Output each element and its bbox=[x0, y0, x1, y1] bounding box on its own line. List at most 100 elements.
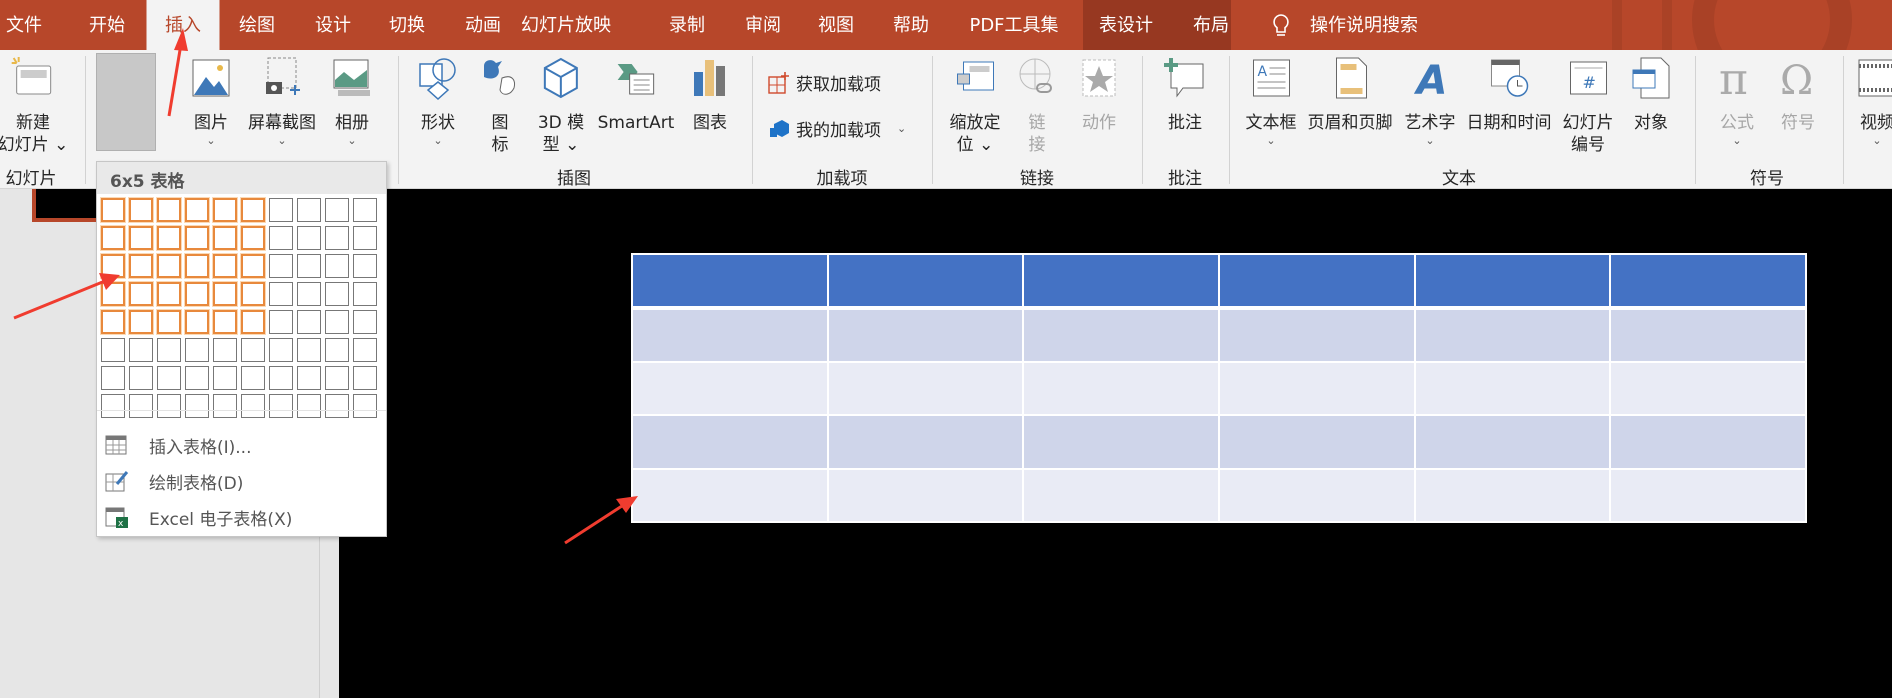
grid-cell[interactable] bbox=[213, 366, 237, 390]
table-cell[interactable] bbox=[631, 414, 829, 470]
table-cell[interactable] bbox=[1022, 360, 1220, 417]
link-button[interactable]: 链接 bbox=[1015, 56, 1059, 156]
table-cell[interactable] bbox=[826, 414, 1025, 470]
table-cell[interactable] bbox=[1217, 307, 1416, 363]
tab-14[interactable]: 布局 bbox=[1193, 0, 1229, 50]
grid-cell[interactable] bbox=[129, 394, 153, 418]
grid-cell[interactable] bbox=[185, 310, 209, 334]
grid-cell[interactable] bbox=[185, 366, 209, 390]
grid-cell[interactable] bbox=[101, 282, 125, 306]
grid-cell[interactable] bbox=[269, 310, 293, 334]
grid-cell[interactable] bbox=[241, 338, 265, 362]
grid-cell[interactable] bbox=[325, 226, 349, 250]
table-cell[interactable] bbox=[1609, 414, 1807, 470]
grid-cell[interactable] bbox=[101, 198, 125, 222]
grid-cell[interactable] bbox=[325, 338, 349, 362]
table-cell[interactable] bbox=[1022, 467, 1220, 524]
grid-cell[interactable] bbox=[157, 366, 181, 390]
slide-table[interactable] bbox=[631, 252, 1807, 524]
grid-cell[interactable] bbox=[297, 226, 321, 250]
grid-cell[interactable] bbox=[297, 254, 321, 278]
grid-cell[interactable] bbox=[297, 198, 321, 222]
tab-13[interactable]: 表设计 bbox=[1099, 0, 1153, 50]
tab-5[interactable]: 切换 bbox=[389, 0, 425, 50]
grid-cell[interactable] bbox=[157, 198, 181, 222]
grid-cell[interactable] bbox=[353, 198, 377, 222]
grid-cell[interactable] bbox=[353, 226, 377, 250]
grid-cell[interactable] bbox=[101, 394, 125, 418]
table-cell[interactable] bbox=[1217, 467, 1416, 524]
table-cell[interactable] bbox=[1609, 467, 1807, 524]
equation-button[interactable]: π 公式 ⌄ bbox=[1715, 54, 1759, 148]
grid-cell[interactable] bbox=[129, 366, 153, 390]
grid-cell[interactable] bbox=[297, 366, 321, 390]
grid-cell[interactable] bbox=[297, 310, 321, 334]
symbol-button[interactable]: Ω 符号 bbox=[1776, 56, 1820, 134]
excel-table-menu-item[interactable]: x Excel 电子表格(X) bbox=[97, 500, 386, 534]
insert-table-menu-item[interactable]: 插入表格(I)... bbox=[97, 428, 386, 462]
grid-cell[interactable] bbox=[325, 310, 349, 334]
grid-cell[interactable] bbox=[157, 282, 181, 306]
grid-cell[interactable] bbox=[129, 310, 153, 334]
wordart-button[interactable]: A 艺术字 ⌄ bbox=[1405, 56, 1456, 148]
grid-cell[interactable] bbox=[101, 338, 125, 362]
comment-button[interactable]: 批注 bbox=[1163, 56, 1207, 134]
grid-cell[interactable] bbox=[297, 282, 321, 306]
table-cell[interactable] bbox=[1217, 252, 1416, 311]
grid-cell[interactable] bbox=[185, 338, 209, 362]
table-cell[interactable] bbox=[1609, 252, 1807, 311]
grid-cell[interactable] bbox=[353, 394, 377, 418]
grid-cell[interactable] bbox=[353, 254, 377, 278]
3d-model-button[interactable]: 3D 模型 ⌄ bbox=[538, 56, 584, 156]
tab-12[interactable]: PDF工具集 bbox=[969, 0, 1058, 50]
grid-cell[interactable] bbox=[353, 338, 377, 362]
grid-cell[interactable] bbox=[297, 338, 321, 362]
date-time-button[interactable]: 日期和时间 bbox=[1467, 56, 1552, 134]
table-cell[interactable] bbox=[1413, 414, 1612, 470]
table-cell[interactable] bbox=[826, 467, 1025, 524]
grid-cell[interactable] bbox=[325, 282, 349, 306]
table-cell[interactable] bbox=[631, 252, 829, 311]
grid-cell[interactable] bbox=[269, 282, 293, 306]
grid-cell[interactable] bbox=[157, 254, 181, 278]
grid-cell[interactable] bbox=[353, 366, 377, 390]
grid-cell[interactable] bbox=[325, 198, 349, 222]
tab-2[interactable]: 插入 bbox=[146, 0, 220, 50]
grid-cell[interactable] bbox=[213, 394, 237, 418]
icons-button[interactable]: 图标 bbox=[478, 56, 522, 156]
picture-button[interactable]: 图片 ⌄ bbox=[189, 56, 233, 148]
grid-cell[interactable] bbox=[213, 254, 237, 278]
screenshot-button[interactable]: 屏幕截图 ⌄ bbox=[248, 56, 316, 148]
tab-9[interactable]: 审阅 bbox=[745, 0, 781, 50]
grid-cell[interactable] bbox=[129, 198, 153, 222]
table-cell[interactable] bbox=[631, 307, 829, 363]
grid-cell[interactable] bbox=[269, 226, 293, 250]
grid-cell[interactable] bbox=[325, 254, 349, 278]
grid-cell[interactable] bbox=[101, 226, 125, 250]
slide-number-button[interactable]: # 幻灯片 编号 bbox=[1563, 56, 1614, 156]
tab-8[interactable]: 录制 bbox=[669, 0, 705, 50]
grid-cell[interactable] bbox=[101, 254, 125, 278]
table-cell[interactable] bbox=[1217, 414, 1416, 470]
tab-3[interactable]: 绘图 bbox=[239, 0, 275, 50]
grid-cell[interactable] bbox=[241, 226, 265, 250]
grid-cell[interactable] bbox=[213, 282, 237, 306]
get-addins-button[interactable]: 获取加载项 bbox=[768, 70, 881, 95]
table-cell[interactable] bbox=[826, 360, 1025, 417]
table-cell[interactable] bbox=[1609, 360, 1807, 417]
grid-cell[interactable] bbox=[185, 226, 209, 250]
table-cell[interactable] bbox=[1413, 467, 1612, 524]
chart-button[interactable]: 图表 bbox=[688, 56, 732, 134]
action-button[interactable]: 动作 bbox=[1077, 56, 1121, 134]
grid-cell[interactable] bbox=[213, 338, 237, 362]
grid-cell[interactable] bbox=[185, 282, 209, 306]
grid-cell[interactable] bbox=[101, 310, 125, 334]
table-cell[interactable] bbox=[1217, 360, 1416, 417]
grid-cell[interactable] bbox=[129, 282, 153, 306]
table-cell[interactable] bbox=[1609, 307, 1807, 363]
grid-cell[interactable] bbox=[353, 282, 377, 306]
table-cell[interactable] bbox=[631, 360, 829, 417]
table-cell[interactable] bbox=[1022, 307, 1220, 363]
tab-11[interactable]: 帮助 bbox=[893, 0, 929, 50]
grid-cell[interactable] bbox=[129, 226, 153, 250]
